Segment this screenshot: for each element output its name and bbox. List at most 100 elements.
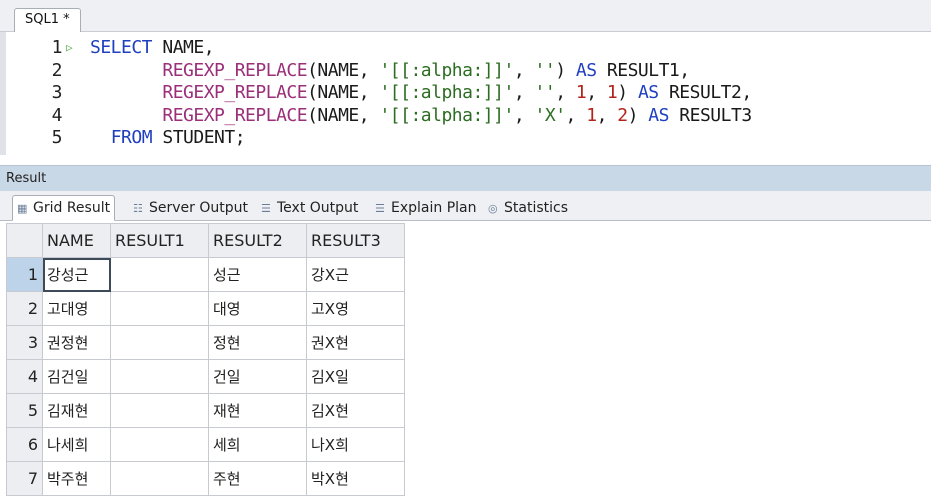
code-token-kw: FROM: [110, 127, 163, 148]
grid-cell-result1[interactable]: [110, 257, 209, 292]
grid-cell-result3[interactable]: 김X일: [306, 359, 405, 394]
grid-cell-result1[interactable]: [110, 427, 209, 462]
grid-cell-name[interactable]: 김재현: [42, 393, 111, 428]
grid-cell-result1[interactable]: [110, 291, 209, 326]
column-header-result3[interactable]: RESULT3: [306, 223, 405, 258]
tab-explain-plan[interactable]: ☰ Explain Plan: [370, 195, 481, 221]
code-token-plain: STUDENT;: [162, 127, 246, 148]
code-token-str: 'X': [534, 104, 567, 126]
grid-cell-result1[interactable]: [110, 461, 209, 496]
code-token-plain: ,: [586, 82, 607, 103]
grid-result-area: NAME RESULT1 RESULT2 RESULT3 1 강성근 성근 강X근 2 고대영 대…: [0, 222, 931, 497]
table-row[interactable]: 7 박주현 주현 박X현: [6, 461, 405, 496]
grid-cell-result2[interactable]: 성근: [208, 257, 307, 292]
table-row[interactable]: 4 김건일 건일 김X일: [6, 359, 405, 394]
tab-label: Server Output: [149, 200, 248, 216]
grid-cell-name[interactable]: 김건일: [42, 359, 111, 394]
code-token-plain: (NAME,: [307, 104, 380, 126]
code-token-kw: AS: [575, 59, 607, 81]
code-token-kw: SELECT: [90, 37, 163, 58]
code-token-plain: ,: [555, 82, 576, 103]
panel-splitter[interactable]: [0, 155, 931, 165]
grid-cell-result2[interactable]: 건일: [208, 359, 307, 394]
sql-editor[interactable]: 1 ▷ SELECT NAME, 2 REGEXP_REPLACE(NAME, '[[…: [0, 32, 931, 155]
code-token-plain: ): [627, 104, 649, 126]
code-line[interactable]: 2 REGEXP_REPLACE(NAME, '[[:alpha:]]', ''…: [28, 60, 752, 83]
grid-cell-result2[interactable]: 정현: [208, 325, 307, 360]
explain-plan-icon: ☰: [375, 202, 385, 215]
grid-cell-result3[interactable]: 나X희: [306, 427, 405, 462]
text-output-icon: ☰: [261, 202, 271, 215]
code-token-str: '[[:alpha:]]': [379, 104, 514, 126]
row-number[interactable]: 7: [6, 461, 43, 496]
code-token-str: '[[:alpha:]]': [379, 59, 514, 81]
result-tabs: ▦ Grid Result ☷ Server Output ☰ Text Output ☰ E…: [0, 191, 931, 221]
table-row[interactable]: 2 고대영 대영 고X영: [6, 291, 405, 326]
table-row[interactable]: 6 나세희 세희 나X희: [6, 427, 405, 462]
code-token-str: '[[:alpha:]]': [379, 82, 514, 103]
code-token-str: '': [534, 59, 556, 81]
grid-icon: ▦: [17, 202, 28, 215]
code-token-plain: ,: [596, 104, 618, 126]
code-token-fn: REGEXP_REPLACE: [162, 104, 308, 126]
tab-label: Text Output: [277, 200, 359, 216]
grid-cell-name[interactable]: 박주현: [42, 461, 111, 496]
grid-cell-result1[interactable]: [110, 325, 209, 360]
grid-cell-name[interactable]: 고대영: [42, 291, 111, 326]
row-number[interactable]: 6: [6, 427, 43, 462]
code-token-plain: NAME,: [162, 37, 215, 58]
code-line[interactable]: 1 ▷ SELECT NAME,: [28, 37, 752, 60]
row-number[interactable]: 2: [6, 291, 43, 326]
grid-cell-result2[interactable]: 대영: [208, 291, 307, 326]
code-token-plain: ,: [565, 104, 587, 126]
code-token-num: 2: [617, 104, 628, 126]
row-number[interactable]: 4: [6, 359, 43, 394]
code-token-plain: ,: [513, 59, 535, 81]
grid-cell-name[interactable]: 나세희: [42, 427, 111, 462]
tab-label: Statistics: [504, 200, 568, 216]
grid-corner[interactable]: [6, 223, 43, 258]
grid-cell-result3[interactable]: 권X현: [306, 325, 405, 360]
grid-cell-result3[interactable]: 강X근: [306, 257, 405, 292]
row-number[interactable]: 5: [6, 393, 43, 428]
grid-cell-result3[interactable]: 고X영: [306, 291, 405, 326]
statistics-icon: ◎: [488, 202, 498, 215]
line-number: 5: [51, 127, 63, 148]
table-row[interactable]: 3 권정현 정현 권X현: [6, 325, 405, 360]
grid-cell-result3[interactable]: 박X현: [306, 461, 405, 496]
line-number: 4: [51, 104, 63, 126]
server-output-icon: ☷: [133, 202, 143, 215]
grid-cell-name[interactable]: 강성근: [42, 257, 111, 292]
table-row[interactable]: 5 김재현 재현 김X현: [6, 393, 405, 428]
grid-cell-result1[interactable]: [110, 393, 209, 428]
column-header-result1[interactable]: RESULT1: [110, 223, 209, 258]
tab-server-output[interactable]: ☷ Server Output: [128, 195, 253, 221]
code-line[interactable]: 5 FROM STUDENT;: [28, 127, 752, 150]
code-token-plain: ,: [513, 82, 535, 103]
tab-text-output[interactable]: ☰ Text Output: [256, 195, 363, 221]
editor-tab-sql1[interactable]: SQL1 *: [14, 8, 81, 33]
row-number[interactable]: 1: [6, 257, 43, 292]
code-token-plain: ,: [513, 104, 535, 126]
table-row[interactable]: 1 강성근 성근 강X근: [6, 257, 405, 292]
grid-cell-result2[interactable]: 재현: [208, 393, 307, 428]
grid-cell-result2[interactable]: 주현: [208, 461, 307, 496]
grid-cell-result3[interactable]: 김X현: [306, 393, 405, 428]
grid-cell-result1[interactable]: [110, 359, 209, 394]
code-token-kw: AS: [637, 82, 669, 103]
row-number[interactable]: 3: [6, 325, 43, 360]
result-panel-header: Result: [0, 165, 931, 191]
column-header-result2[interactable]: RESULT2: [208, 223, 307, 258]
grid-cell-result2[interactable]: 세희: [208, 427, 307, 462]
tab-statistics[interactable]: ◎ Statistics: [483, 195, 573, 221]
line-number: 1: [51, 37, 63, 58]
column-header-name[interactable]: NAME: [42, 223, 111, 258]
tab-grid-result[interactable]: ▦ Grid Result: [12, 195, 116, 221]
sql-code[interactable]: 1 ▷ SELECT NAME, 2 REGEXP_REPLACE(NAME, '[[…: [28, 37, 753, 150]
grid-cell-name[interactable]: 권정현: [42, 325, 111, 360]
editor-tabstrip: SQL1 *: [0, 0, 931, 33]
code-line[interactable]: 4 REGEXP_REPLACE(NAME, '[[:alpha:]]', 'X…: [28, 104, 753, 128]
code-line[interactable]: 3 REGEXP_REPLACE(NAME, '[[:alpha:]]', ''…: [28, 82, 753, 105]
